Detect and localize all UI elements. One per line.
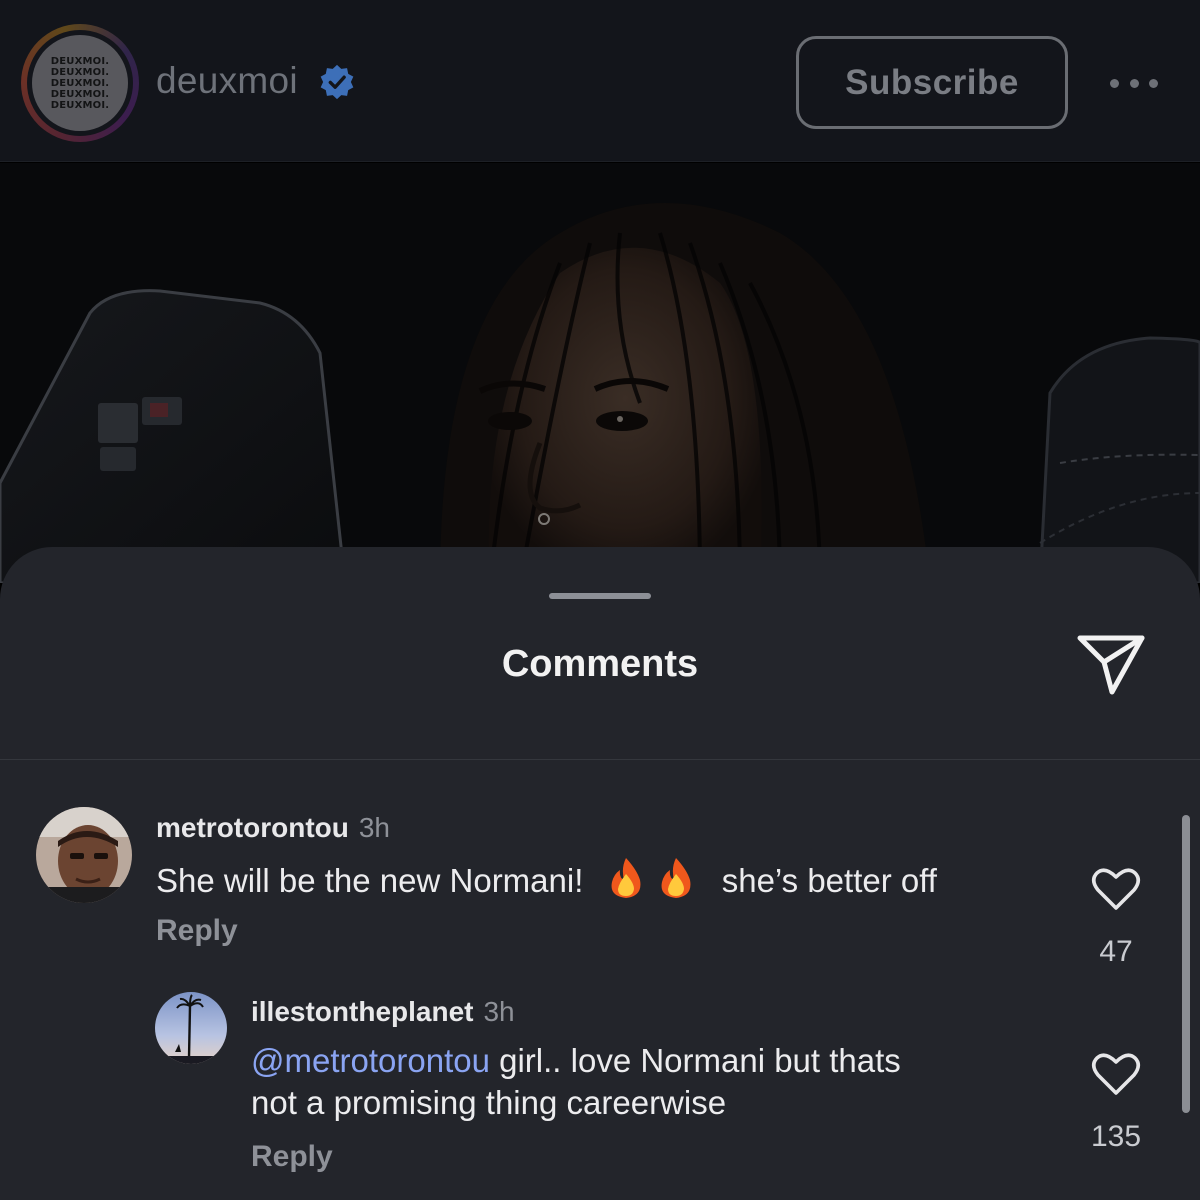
avatar-logo-text: DEUXMOI.: [50, 88, 110, 100]
drag-handle[interactable]: [549, 593, 651, 599]
comment-time: 3h: [483, 996, 515, 1027]
avatar-logo-text: DEUXMOI.: [50, 55, 110, 67]
more-icon[interactable]: [1104, 68, 1164, 98]
username-text[interactable]: illestontheplanet: [251, 996, 473, 1027]
post-photo: [0, 163, 1200, 583]
divider: [0, 759, 1200, 760]
like-count: 135: [1090, 1120, 1142, 1153]
verified-icon: [320, 64, 354, 100]
comment-text-part: girl.. love Normani but thats: [489, 1042, 901, 1079]
avatar-logo-text: DEUXMOI.: [50, 77, 110, 89]
comment-text: not a promising thing careerwise: [251, 1082, 726, 1124]
comment-text: She will be the new Normani! she’s bette…: [156, 856, 937, 902]
commenter-avatar[interactable]: [36, 807, 132, 903]
comment-username[interactable]: metrotorontou 3h: [156, 812, 390, 844]
comment-time: 3h: [358, 812, 391, 843]
post-photo-image: [0, 163, 1200, 583]
avatar-logo-text: DEUXMOI.: [50, 99, 110, 111]
commenter-photo: [36, 807, 132, 903]
post-header: DEUXMOI. DEUXMOI. DEUXMOI. DEUXMOI. DEUX…: [0, 0, 1200, 162]
scrollbar[interactable]: [1182, 815, 1190, 1113]
comments-title: Comments: [501, 643, 699, 685]
account-avatar[interactable]: DEUXMOI. DEUXMOI. DEUXMOI. DEUXMOI. DEUX…: [21, 24, 139, 142]
avatar-logo: DEUXMOI. DEUXMOI. DEUXMOI. DEUXMOI. DEUX…: [32, 35, 128, 131]
heart-icon[interactable]: [1091, 1051, 1141, 1097]
heart-icon[interactable]: [1091, 866, 1141, 912]
mention-link[interactable]: @metrotorontou: [251, 1042, 490, 1079]
fire-emoji: [611, 858, 640, 898]
account-name[interactable]: deuxmoi: [156, 60, 298, 102]
comment-text-part: she’s better off: [721, 862, 937, 899]
commenter-avatar[interactable]: [155, 992, 227, 1064]
comment-text: @metrotorontou girl.. love Normani but t…: [251, 1040, 901, 1082]
commenter-photo: [155, 992, 227, 1064]
avatar-logo-text: DEUXMOI.: [50, 66, 110, 78]
reply-button[interactable]: Reply: [156, 914, 238, 948]
reply-button[interactable]: Reply: [251, 1140, 333, 1174]
share-icon[interactable]: [1074, 630, 1148, 698]
comment-text-part: She will be the new Normani!: [156, 862, 584, 899]
comment-text-part: not a promising thing careerwise: [251, 1084, 727, 1121]
username-text[interactable]: metrotorontou: [156, 812, 349, 843]
subscribe-button[interactable]: Subscribe: [796, 36, 1068, 129]
like-count: 47: [1099, 935, 1133, 968]
comment-username[interactable]: illestontheplanet 3h: [251, 996, 515, 1028]
fire-emoji: [661, 858, 690, 898]
